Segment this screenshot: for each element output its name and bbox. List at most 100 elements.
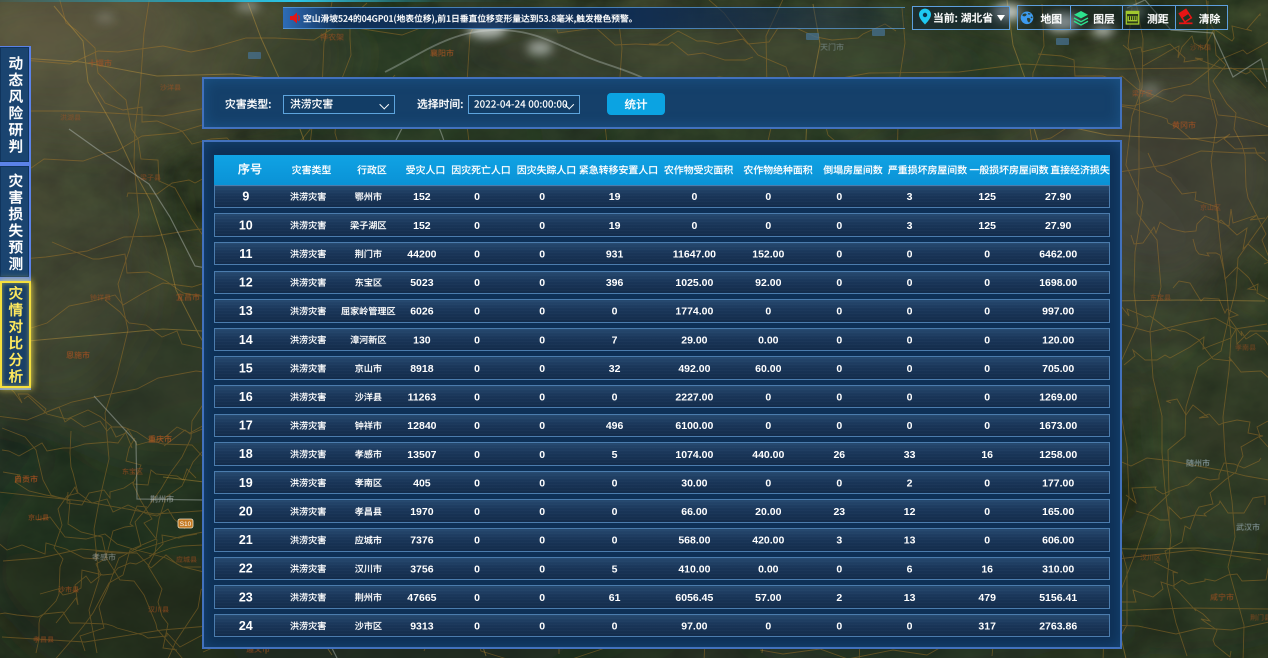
svg-text:0: 0 bbox=[474, 592, 480, 604]
svg-text:5: 5 bbox=[612, 563, 618, 575]
svg-text:5156.41: 5156.41 bbox=[1039, 592, 1077, 604]
svg-text:24: 24 bbox=[239, 619, 253, 633]
svg-text:0: 0 bbox=[474, 506, 480, 518]
svg-text:420.00: 420.00 bbox=[752, 535, 784, 547]
svg-text:0: 0 bbox=[474, 449, 480, 461]
svg-text:27.90: 27.90 bbox=[1045, 191, 1071, 203]
svg-text:0: 0 bbox=[836, 563, 842, 575]
svg-text:0: 0 bbox=[612, 621, 618, 633]
svg-text:0: 0 bbox=[984, 277, 990, 289]
svg-text:0: 0 bbox=[836, 392, 842, 404]
svg-text:66.00: 66.00 bbox=[681, 506, 707, 518]
svg-text:606.00: 606.00 bbox=[1042, 535, 1074, 547]
svg-text:0: 0 bbox=[836, 621, 842, 633]
svg-text:1074.00: 1074.00 bbox=[675, 449, 713, 461]
svg-text:0: 0 bbox=[691, 191, 697, 203]
svg-text:0: 0 bbox=[474, 535, 480, 547]
svg-text:14: 14 bbox=[239, 333, 253, 347]
svg-text:3756: 3756 bbox=[410, 563, 434, 575]
svg-text:3: 3 bbox=[907, 220, 913, 232]
svg-text:0: 0 bbox=[474, 420, 480, 432]
svg-text:396: 396 bbox=[606, 277, 624, 289]
svg-text:931: 931 bbox=[606, 249, 624, 261]
svg-text:16: 16 bbox=[981, 563, 993, 575]
svg-text:310.00: 310.00 bbox=[1042, 563, 1074, 575]
svg-text:0: 0 bbox=[474, 392, 480, 404]
svg-text:15: 15 bbox=[239, 361, 253, 375]
svg-text:1970: 1970 bbox=[410, 506, 434, 518]
svg-text:23: 23 bbox=[239, 590, 253, 604]
svg-text:17: 17 bbox=[239, 419, 253, 433]
svg-text:7: 7 bbox=[612, 334, 618, 346]
svg-text:3: 3 bbox=[907, 191, 913, 203]
svg-text:165.00: 165.00 bbox=[1042, 506, 1074, 518]
svg-text:0: 0 bbox=[907, 306, 913, 318]
svg-text:0: 0 bbox=[836, 277, 842, 289]
svg-text:1258.00: 1258.00 bbox=[1039, 449, 1077, 461]
svg-text:0: 0 bbox=[765, 191, 771, 203]
svg-text:0: 0 bbox=[907, 249, 913, 261]
svg-text:0: 0 bbox=[474, 306, 480, 318]
svg-text:0: 0 bbox=[836, 363, 842, 375]
svg-text:0.00: 0.00 bbox=[758, 563, 779, 575]
svg-text:60.00: 60.00 bbox=[755, 363, 781, 375]
svg-text:97.00: 97.00 bbox=[681, 621, 707, 633]
svg-text:0: 0 bbox=[907, 392, 913, 404]
svg-text:125: 125 bbox=[978, 220, 996, 232]
svg-text:0: 0 bbox=[539, 363, 545, 375]
svg-text:0: 0 bbox=[984, 363, 990, 375]
svg-text:0: 0 bbox=[539, 191, 545, 203]
svg-text:9: 9 bbox=[242, 190, 249, 204]
svg-text:0.00: 0.00 bbox=[758, 334, 779, 346]
svg-text:0: 0 bbox=[474, 191, 480, 203]
svg-text:57.00: 57.00 bbox=[755, 592, 781, 604]
svg-text:0: 0 bbox=[984, 506, 990, 518]
svg-text:0: 0 bbox=[984, 306, 990, 318]
svg-text:0: 0 bbox=[539, 535, 545, 547]
svg-text:0: 0 bbox=[836, 220, 842, 232]
svg-text:0: 0 bbox=[474, 277, 480, 289]
svg-text:3: 3 bbox=[836, 535, 842, 547]
svg-text:0: 0 bbox=[765, 621, 771, 633]
svg-text:0: 0 bbox=[984, 420, 990, 432]
svg-text:0: 0 bbox=[765, 420, 771, 432]
svg-text:27.90: 27.90 bbox=[1045, 220, 1071, 232]
svg-text:19: 19 bbox=[239, 476, 253, 490]
svg-text:23: 23 bbox=[833, 506, 845, 518]
svg-text:0: 0 bbox=[539, 477, 545, 489]
svg-text:130: 130 bbox=[413, 334, 431, 346]
svg-text:11263: 11263 bbox=[408, 392, 437, 404]
svg-text:152: 152 bbox=[413, 220, 431, 232]
svg-text:0: 0 bbox=[907, 420, 913, 432]
svg-text:0: 0 bbox=[765, 477, 771, 489]
svg-text:2: 2 bbox=[836, 592, 842, 604]
svg-text:568.00: 568.00 bbox=[678, 535, 710, 547]
svg-text:13: 13 bbox=[239, 304, 253, 318]
svg-text:1025.00: 1025.00 bbox=[675, 277, 713, 289]
svg-text:0: 0 bbox=[539, 592, 545, 604]
svg-text:0: 0 bbox=[539, 220, 545, 232]
svg-text:0: 0 bbox=[612, 306, 618, 318]
svg-text:5023: 5023 bbox=[410, 277, 434, 289]
svg-text:125: 125 bbox=[978, 191, 996, 203]
svg-text:0: 0 bbox=[474, 477, 480, 489]
svg-text:11647.00: 11647.00 bbox=[673, 249, 716, 261]
svg-text:22: 22 bbox=[239, 562, 253, 576]
svg-text:479: 479 bbox=[978, 592, 996, 604]
svg-text:0: 0 bbox=[765, 392, 771, 404]
svg-text:0: 0 bbox=[612, 392, 618, 404]
svg-text:152.00: 152.00 bbox=[752, 249, 784, 261]
svg-text:0: 0 bbox=[539, 506, 545, 518]
svg-text:0: 0 bbox=[474, 621, 480, 633]
svg-text:0: 0 bbox=[836, 420, 842, 432]
svg-text:0: 0 bbox=[836, 249, 842, 261]
svg-text:6026: 6026 bbox=[410, 306, 434, 318]
svg-text:0: 0 bbox=[984, 535, 990, 547]
svg-text:0: 0 bbox=[539, 334, 545, 346]
svg-text:0: 0 bbox=[984, 477, 990, 489]
svg-text:6: 6 bbox=[907, 563, 913, 575]
svg-text:0: 0 bbox=[984, 334, 990, 346]
svg-text:18: 18 bbox=[239, 447, 253, 461]
svg-text:13507: 13507 bbox=[407, 449, 436, 461]
svg-text:12840: 12840 bbox=[407, 420, 436, 432]
